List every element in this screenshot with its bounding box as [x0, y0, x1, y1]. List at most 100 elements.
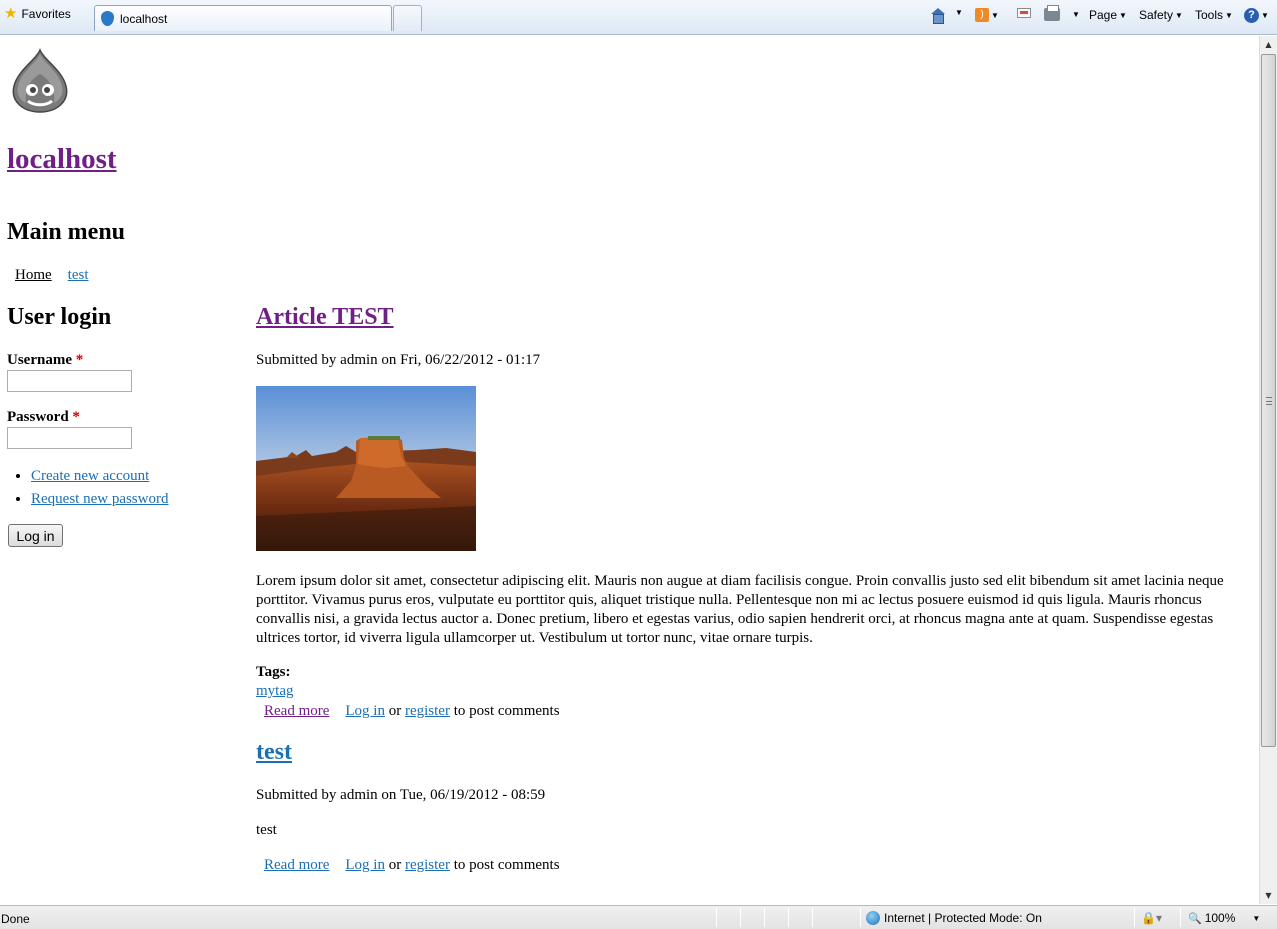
username-label: Username *: [7, 352, 83, 369]
main-menu-title: Main menu: [7, 219, 126, 245]
vertical-scrollbar[interactable]: ▲ ▼: [1259, 36, 1277, 904]
zoom-magnifier-icon: 🔍: [1188, 911, 1202, 925]
password-label: Password *: [7, 409, 80, 426]
protected-mode-icon[interactable]: 🔒▾: [1141, 911, 1162, 925]
password-input[interactable]: [7, 427, 132, 449]
zoom-level: 100%: [1204, 911, 1236, 925]
read-more-link[interactable]: Read more: [264, 703, 329, 720]
page-viewport: localhost Main menu Home test User login…: [0, 36, 1259, 904]
create-account-link[interactable]: Create new account: [31, 468, 149, 484]
tools-menu-button[interactable]: Tools ▼: [1195, 8, 1233, 22]
zoom-control[interactable]: 🔍 100% ▼: [1188, 911, 1260, 925]
status-divider: [740, 908, 741, 927]
status-divider: [812, 908, 813, 927]
log-in-link[interactable]: Log in: [345, 703, 385, 720]
chevron-down-icon: ▼: [1225, 10, 1233, 20]
browser-status-bar: Done Internet | Protected Mode: On 🔒▾ 🔍 …: [0, 905, 1277, 929]
list-item: Request new password: [31, 488, 168, 511]
username-label-text: Username: [7, 352, 72, 368]
list-item: Create new account: [31, 465, 168, 488]
tools-menu-label: Tools: [1195, 8, 1224, 22]
home-button[interactable]: [930, 8, 945, 24]
node-title-link[interactable]: Article TEST: [256, 304, 394, 330]
feeds-button[interactable]: ) ▼: [975, 8, 999, 22]
node-title: Article TEST: [256, 304, 394, 331]
password-label-text: Password: [7, 409, 69, 425]
username-input[interactable]: [7, 370, 132, 392]
status-divider: [860, 908, 861, 927]
next-node-title-cropped: [256, 892, 296, 904]
status-divider: [788, 908, 789, 927]
safety-menu-button[interactable]: Safety ▼: [1139, 8, 1183, 22]
node-submitted-info: Submitted by admin on Fri, 06/22/2012 - …: [256, 352, 541, 368]
security-zone[interactable]: Internet | Protected Mode: On: [866, 911, 1042, 925]
scrollbar-thumb[interactable]: [1261, 54, 1276, 747]
help-icon: ?: [1244, 8, 1259, 23]
node-links: Read more Log in or register to post com…: [264, 703, 560, 720]
post-comments-text: to post comments: [449, 857, 560, 873]
post-comments-text: to post comments: [449, 703, 560, 719]
chevron-down-icon: ▼: [1261, 11, 1269, 20]
log-in-link[interactable]: Log in: [345, 857, 385, 874]
register-link[interactable]: register: [405, 857, 450, 874]
drupal-favicon-icon: [101, 11, 114, 26]
browser-command-bar: ★ Favorites localhost ▼ ) ▼ ▼ Page ▼ Saf…: [0, 0, 1277, 35]
article-image: [256, 386, 476, 551]
tag-link-mytag[interactable]: mytag: [256, 683, 294, 699]
globe-icon: [866, 911, 880, 925]
node-submitted-info: Submitted by admin on Tue, 06/19/2012 - …: [256, 787, 546, 803]
status-text: Done: [1, 912, 30, 926]
log-in-button[interactable]: Log in: [8, 524, 63, 547]
site-name: localhost: [7, 143, 117, 176]
node-title-link[interactable]: test: [256, 739, 292, 765]
or-text: or: [384, 703, 405, 719]
home-dropdown[interactable]: ▼: [955, 8, 963, 17]
status-divider: [1134, 908, 1135, 927]
read-more-link[interactable]: Read more: [264, 857, 329, 874]
new-tab-button[interactable]: [393, 5, 422, 31]
chevron-down-icon: ▼: [991, 10, 999, 20]
browser-tab-active[interactable]: localhost: [94, 5, 392, 31]
scrollbar-grip-icon: [1266, 397, 1272, 405]
or-text: or: [384, 857, 405, 873]
request-password-link[interactable]: Request new password: [31, 491, 168, 507]
tags-label: Tags:: [256, 664, 291, 680]
main-menu: Home test: [15, 267, 89, 284]
tag-list: mytag: [256, 683, 294, 700]
site-name-link[interactable]: localhost: [7, 143, 117, 175]
favorites-button[interactable]: ★ Favorites: [4, 5, 71, 22]
node-title: test: [256, 739, 292, 766]
drupal-logo[interactable]: [10, 48, 70, 114]
home-icon: [930, 8, 945, 24]
chevron-down-icon: ▼: [1072, 10, 1080, 19]
node-body: Lorem ipsum dolor sit amet, consectetur …: [256, 573, 1224, 646]
page-menu-button[interactable]: Page ▼: [1089, 8, 1127, 22]
chevron-down-icon: ▼: [1119, 10, 1127, 20]
read-mail-button[interactable]: [1017, 8, 1031, 18]
print-icon: [1044, 5, 1060, 21]
main-menu-item-home[interactable]: Home: [15, 267, 52, 284]
node-body: test: [256, 822, 277, 838]
required-marker: *: [75, 352, 84, 368]
favorites-star-icon: ★: [4, 5, 18, 22]
node-links: Read more Log in or register to post com…: [264, 857, 560, 874]
chevron-down-icon: ▼: [1252, 913, 1261, 923]
print-button[interactable]: ▼: [1044, 5, 1080, 21]
login-links-list: Create new account Request new password: [14, 465, 168, 511]
user-login-title: User login: [7, 304, 112, 330]
required-marker: *: [72, 409, 80, 425]
rss-icon: ): [975, 8, 989, 22]
status-divider: [764, 908, 765, 927]
tab-title: localhost: [120, 11, 168, 26]
main-menu-item-test[interactable]: test: [68, 267, 89, 284]
chevron-down-icon: ▼: [955, 8, 963, 17]
mail-icon: [1017, 8, 1031, 18]
scroll-up-arrow-icon[interactable]: ▲: [1260, 36, 1277, 53]
security-zone-text: Internet | Protected Mode: On: [884, 911, 1042, 925]
safety-menu-label: Safety: [1139, 8, 1174, 22]
scroll-down-arrow-icon[interactable]: ▼: [1260, 887, 1277, 904]
chevron-down-icon: ▼: [1175, 10, 1183, 20]
status-divider: [716, 908, 717, 927]
help-button[interactable]: ? ▼: [1244, 8, 1269, 23]
register-link[interactable]: register: [405, 703, 450, 720]
